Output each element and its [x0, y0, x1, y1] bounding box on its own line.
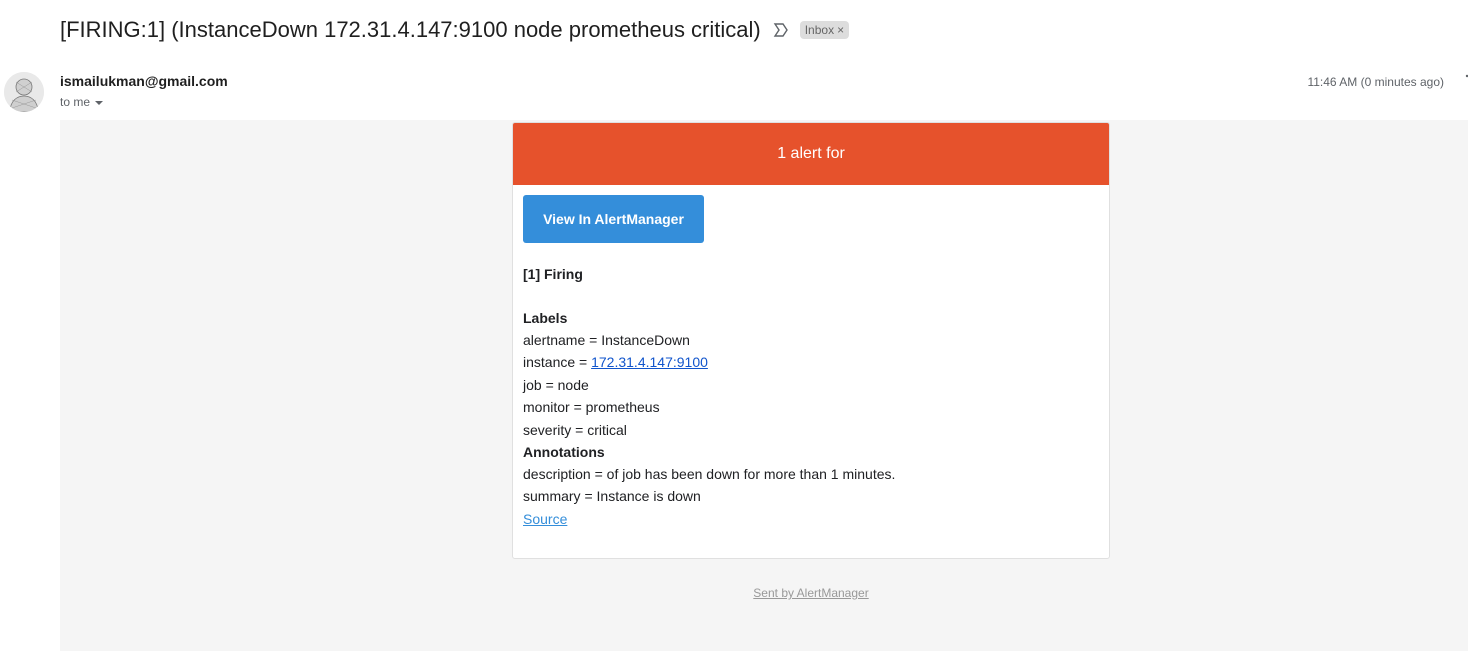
annotations-title: Annotations [523, 444, 605, 461]
annotation-summary: summary = Instance is down [523, 488, 701, 505]
more-options-icon[interactable] [1460, 74, 1468, 84]
label-alertname: alertname = InstanceDown [523, 332, 690, 348]
view-in-alertmanager-button[interactable]: View In AlertManager [523, 195, 704, 243]
chevron-down-icon[interactable] [94, 95, 104, 109]
recipient-details[interactable]: to me [60, 95, 104, 109]
message-timestamp: 11:46 AM (0 minutes ago) [1307, 75, 1444, 89]
recipient-label: to me [60, 95, 91, 109]
source-link[interactable]: Source [523, 508, 1099, 530]
remove-label-icon[interactable]: × [837, 23, 844, 37]
avatar[interactable] [4, 72, 44, 112]
email-subject: [FIRING:1] (InstanceDown 172.31.4.147:91… [60, 17, 761, 42]
inbox-label-chip[interactable]: Inbox × [799, 21, 850, 39]
alert-header: 1 alert for [513, 123, 1109, 185]
label-monitor: monitor = prometheus [523, 399, 660, 416]
sent-by-alertmanager-link[interactable]: Sent by AlertManager [753, 586, 868, 600]
annotation-description: description = of job has been down for m… [523, 466, 896, 483]
sender-address[interactable]: ismailukman@gmail.com [60, 73, 228, 89]
label-job: job = node [523, 376, 589, 393]
important-marker-icon[interactable] [773, 22, 789, 38]
label-instance: instance = 172.31.4.147:9100 [523, 351, 1099, 373]
alert-card: 1 alert for View In AlertManager [1] Fir… [512, 122, 1110, 559]
label-instance-key: instance = [523, 354, 592, 371]
labels-title: Labels [523, 310, 568, 326]
alert-body: View In AlertManager [1] Firing Labels a… [513, 185, 1109, 530]
instance-link[interactable]: 172.31.4.147:9100 [591, 354, 708, 370]
gmail-message-view: [FIRING:1] (InstanceDown 172.31.4.147:91… [0, 0, 1468, 651]
subject-row: [FIRING:1] (InstanceDown 172.31.4.147:91… [60, 14, 850, 46]
firing-title: [1] Firing [523, 266, 583, 282]
label-severity: severity = critical [523, 421, 627, 438]
inbox-label-text: Inbox [804, 23, 835, 37]
footer: Sent by AlertManager [512, 586, 1110, 600]
